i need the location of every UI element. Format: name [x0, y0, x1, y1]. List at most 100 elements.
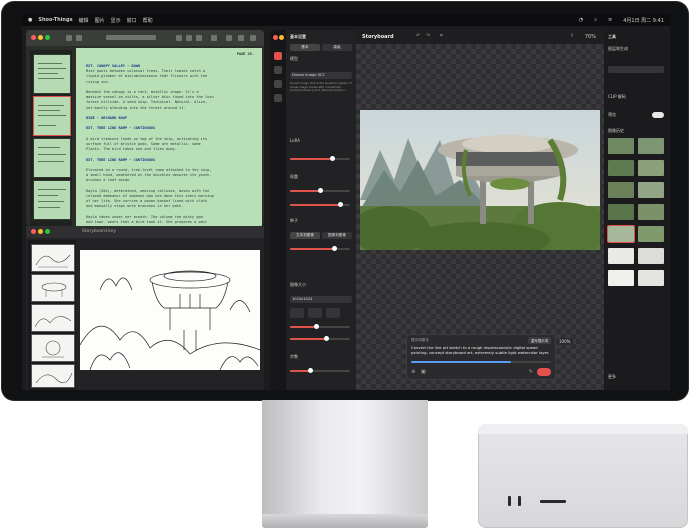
storyboard-title: Storyboard.key: [82, 229, 117, 234]
script-page[interactable]: PAGE 29. EXT. CANOPY VALLEY - DAWN Mist p…: [76, 48, 262, 226]
width-slider[interactable]: [290, 324, 350, 329]
underline-icon[interactable]: [196, 35, 202, 41]
control-center-icon[interactable]: ≡: [608, 17, 612, 24]
storyboard-panel[interactable]: [31, 334, 75, 362]
weight-slider[interactable]: [290, 188, 350, 193]
zoom-button[interactable]: [45, 35, 50, 40]
prompt-strength-slider[interactable]: [411, 361, 551, 363]
page-thumbnail-current[interactable]: [33, 96, 71, 136]
script-line: Elevated on a round, tree-level ramp att…: [86, 168, 212, 172]
history-thumbnail[interactable]: [608, 204, 634, 220]
image-to-image-button[interactable]: 图像到图像: [322, 232, 352, 239]
share-icon[interactable]: [226, 35, 232, 41]
settings-tool-icon[interactable]: [274, 94, 282, 102]
history-thumbnail[interactable]: [638, 226, 664, 242]
history-thumbnail[interactable]: [638, 182, 664, 198]
bold-icon[interactable]: [176, 35, 182, 41]
redo-icon[interactable]: ↷: [426, 33, 430, 39]
preview-toggle[interactable]: [652, 112, 664, 118]
history-thumbnail[interactable]: [608, 182, 634, 198]
history-thumbnail-selected[interactable]: [607, 225, 635, 243]
usb-c-port: [518, 496, 521, 506]
denoise-slider[interactable]: [290, 246, 350, 251]
canvas-zoom[interactable]: 100%: [556, 338, 574, 345]
steps-slider[interactable]: [290, 368, 350, 373]
page-thumbnail[interactable]: [33, 138, 71, 178]
size-select[interactable]: 1024x1024: [290, 296, 352, 303]
script-line: relaxed demeanor of someone who has done…: [86, 194, 214, 198]
page-thumbnail[interactable]: [33, 54, 71, 94]
text-to-image-button[interactable]: 文本到图像: [290, 232, 320, 239]
minimize-button[interactable]: [279, 35, 284, 40]
history-thumbnail[interactable]: [638, 138, 664, 154]
image-icon[interactable]: ▣: [421, 369, 426, 375]
attach-icon[interactable]: ⊕: [411, 369, 415, 375]
generate-button[interactable]: [537, 368, 551, 376]
close-button[interactable]: [31, 35, 36, 40]
menu-app-name[interactable]: Shoo-Things: [38, 17, 72, 23]
history-thumbnail-sketch[interactable]: [638, 270, 664, 286]
storyboard-window: Storyboard.key: [26, 226, 264, 390]
zoom-level[interactable]: 70%: [585, 34, 596, 40]
storyboard-panel[interactable]: [31, 304, 75, 332]
script-toolbar: [26, 30, 264, 46]
rewrite-prompt-button[interactable]: 重写提示词: [528, 337, 551, 344]
history-thumbnail[interactable]: [638, 160, 664, 176]
storyboard-panel[interactable]: [31, 244, 75, 272]
crop-icon[interactable]: ⌗: [440, 33, 443, 39]
menu-window[interactable]: 窗口: [127, 17, 137, 24]
minimize-button[interactable]: [38, 35, 43, 40]
edit-tool-icon[interactable]: [274, 66, 282, 74]
history-thumbnail-sketch[interactable]: [638, 248, 664, 264]
italic-icon[interactable]: [186, 35, 192, 41]
zoom-button[interactable]: [45, 229, 50, 234]
aspect-square-icon[interactable]: [290, 308, 304, 318]
history-thumbnail[interactable]: [608, 160, 634, 176]
sidebar-toggle-icon[interactable]: [66, 35, 72, 41]
page-thumbnail[interactable]: [33, 180, 71, 220]
menu-image[interactable]: 图片: [95, 17, 105, 24]
minimize-button[interactable]: [38, 229, 43, 234]
share-icon[interactable]: ⇪: [570, 33, 574, 39]
aspect-landscape-icon[interactable]: [326, 308, 340, 318]
lora-slider[interactable]: [290, 156, 350, 161]
document-title-field[interactable]: [106, 35, 156, 40]
undo-icon[interactable]: ↶: [416, 33, 420, 39]
height-slider[interactable]: [290, 336, 350, 341]
aspect-portrait-icon[interactable]: [308, 308, 322, 318]
history-thumbnail-sketch[interactable]: [608, 270, 634, 286]
prompt-text[interactable]: Convert the line art sketch to a rough i…: [411, 345, 551, 356]
panel-title: 基本设置: [290, 34, 306, 39]
history-thumbnail-sketch[interactable]: [608, 248, 634, 264]
menu-edit[interactable]: 编辑: [79, 17, 89, 24]
strength-slider[interactable]: [290, 202, 350, 207]
format-icon[interactable]: [250, 35, 256, 41]
history-thumbnail[interactable]: [608, 138, 634, 154]
upscale-tool-icon[interactable]: [274, 80, 282, 88]
menu-view[interactable]: 显示: [111, 17, 121, 24]
wifi-icon[interactable]: ◔: [579, 17, 583, 24]
close-button[interactable]: [31, 229, 36, 234]
list-icon[interactable]: [211, 35, 217, 41]
edit-icon[interactable]: ✎: [529, 369, 533, 375]
model-select[interactable]: Dream Image XC2: [290, 72, 352, 79]
storyboard-sketch[interactable]: [79, 250, 261, 371]
comment-icon[interactable]: [238, 35, 244, 41]
generate-tool-icon[interactable]: [274, 52, 282, 60]
storyboard-panel[interactable]: [31, 274, 75, 302]
view-icon[interactable]: [76, 35, 82, 41]
add-layer-button[interactable]: [608, 66, 664, 73]
storyboard-panel[interactable]: [31, 364, 75, 388]
script-line: Kayla (20s), determined, wearing calluse…: [86, 188, 210, 193]
apple-icon[interactable]: ●: [28, 17, 32, 23]
script-line: liquid glimmer of bioluminescence that f…: [86, 74, 208, 79]
search-icon[interactable]: ⌕: [594, 17, 597, 24]
close-button[interactable]: [273, 35, 278, 40]
menubar-clock[interactable]: 4月1日 周二 9:41: [623, 17, 664, 24]
tab-advanced[interactable]: 高级: [322, 44, 352, 51]
prompt-box[interactable]: 提示词助手 重写提示词 Convert the line art sketch …: [406, 334, 556, 380]
generated-image[interactable]: [360, 110, 600, 250]
menu-help[interactable]: 帮助: [143, 17, 153, 24]
tab-basic[interactable]: 基本: [290, 44, 320, 51]
history-thumbnail[interactable]: [638, 204, 664, 220]
